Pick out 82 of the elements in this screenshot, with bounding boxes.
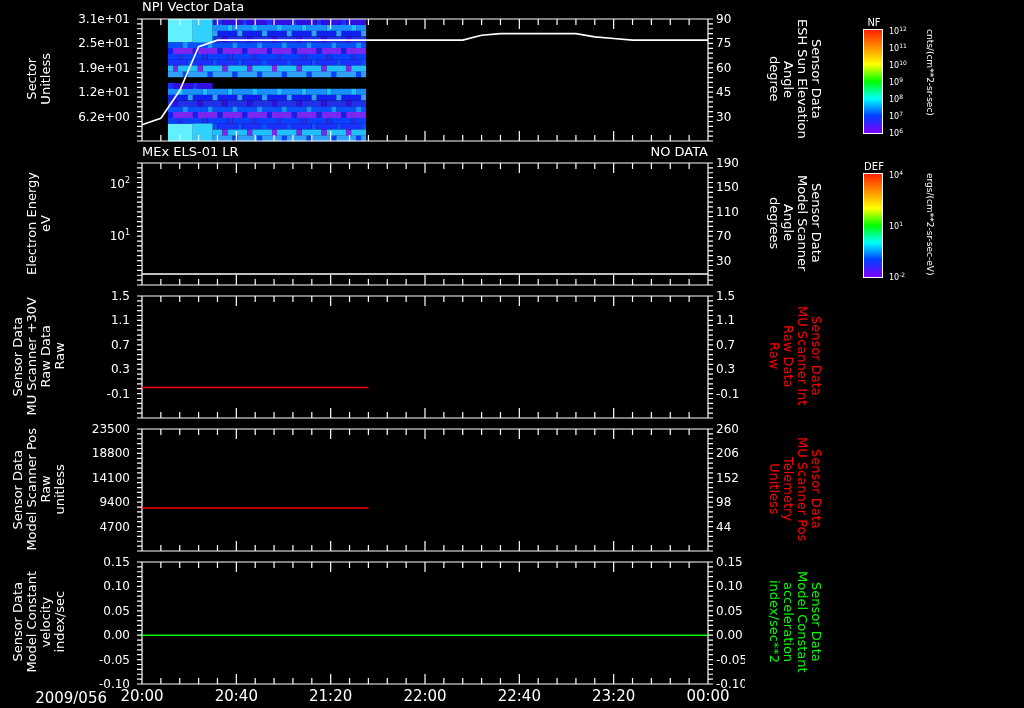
tick-label: 206 bbox=[716, 446, 739, 461]
tick-label: 0.10 bbox=[716, 579, 743, 594]
tick-label: 1.2e+01 bbox=[78, 85, 130, 100]
tick-label: 60 bbox=[716, 60, 732, 75]
colorbar-tick-label: 10$^{9}$ bbox=[889, 75, 904, 88]
tick-label: 0.10 bbox=[103, 579, 130, 594]
tick-label: 1.9e+01 bbox=[78, 60, 130, 75]
tick-label: 44 bbox=[716, 519, 732, 534]
tick-label: 14100 bbox=[91, 470, 130, 485]
tick-label: 0.00 bbox=[103, 628, 130, 643]
axis-title: Sensor Data Model Constant velocity index/sec bbox=[10, 571, 67, 673]
tick-label: 1.1 bbox=[110, 313, 130, 328]
time-tick-label: 20:00 bbox=[120, 688, 164, 705]
colorbar-label: DEF bbox=[863, 161, 885, 173]
axis-title: Electron Energy eV bbox=[24, 171, 53, 275]
tick-label: -0.05 bbox=[98, 652, 130, 667]
tick-label: 10$^{2}$ bbox=[109, 176, 130, 189]
tick-label: 30 bbox=[716, 253, 732, 268]
tick-label: 70 bbox=[716, 229, 732, 244]
tick-label: 0.00 bbox=[716, 628, 743, 643]
axis-title: Sensor Data MU Scanner Int Raw Data Raw bbox=[767, 306, 823, 406]
tick-label: 110 bbox=[716, 204, 739, 219]
axis-title: Sensor Data MU Scanner Pos Telemetry Unitless bbox=[767, 436, 823, 542]
colorbar-units: cnts/(cm**2-sr-sec) bbox=[925, 29, 935, 118]
tick-label: 0.7 bbox=[110, 337, 130, 352]
tick-label: 1.5 bbox=[110, 289, 130, 303]
panel-title: MEx ELS-01 LR bbox=[142, 145, 239, 158]
tick-label: 4700 bbox=[99, 519, 130, 534]
tick-label: 150 bbox=[716, 180, 739, 195]
tick-label: 9400 bbox=[99, 495, 130, 510]
tick-label: -0.10 bbox=[98, 677, 130, 691]
colorbar-units: ergs/(cm**2-sr-sec-eV) bbox=[925, 173, 935, 278]
time-tick-label: 21:20 bbox=[309, 688, 353, 705]
tick-label: 0.05 bbox=[103, 603, 130, 618]
tick-label: 0.3 bbox=[716, 362, 736, 377]
status-text: NO DATA bbox=[650, 145, 708, 158]
tick-label: 190 bbox=[716, 156, 739, 170]
axis-title: Sensor Data ESH Sun Elevation Angle degree bbox=[767, 19, 823, 139]
tick-label: 0.3 bbox=[110, 362, 130, 377]
colorbar-tick-label: 10$^{8}$ bbox=[889, 92, 904, 105]
colorbar-tick-label: 10$^{12}$ bbox=[889, 24, 908, 37]
tick-label: 18800 bbox=[91, 446, 130, 461]
colorbar-tick-label: 10$^{1}$ bbox=[889, 219, 904, 232]
tick-label: 23500 bbox=[91, 422, 130, 436]
time-tick-label: 22:40 bbox=[497, 688, 541, 705]
colorbar-tick-label: 10$^{6}$ bbox=[889, 126, 904, 139]
panel-title: NPI Vector Data bbox=[142, 0, 245, 13]
tick-label: 75 bbox=[716, 36, 732, 51]
tick-label: 260 bbox=[716, 422, 739, 436]
tick-label: 152 bbox=[716, 470, 739, 485]
tick-label: 0.15 bbox=[716, 555, 743, 569]
time-tick-label: 20:40 bbox=[214, 688, 258, 705]
tick-label: 0.05 bbox=[716, 603, 743, 618]
colorbar-tick-label: 10$^{11}$ bbox=[889, 41, 908, 54]
tick-label: 1.5 bbox=[716, 289, 736, 303]
time-tick-label: 22:00 bbox=[403, 688, 447, 705]
date-label: 2009/056 bbox=[35, 689, 107, 708]
tick-label: 3.1e+01 bbox=[78, 12, 130, 26]
tick-label: 2.5e+01 bbox=[78, 36, 130, 51]
axis-title: Sensor Data Model Constant acceleration index/sec**2 bbox=[767, 571, 823, 673]
colorbar-tick-label: 10$^{7}$ bbox=[889, 109, 904, 122]
axis-title: Sensor Data Model Scanner Angle degrees bbox=[767, 174, 823, 272]
colorbar-tick-label: 10$^{4}$ bbox=[889, 168, 904, 181]
colorbar-tick-label: 10$^{-2}$ bbox=[889, 270, 907, 283]
tick-label: 0.15 bbox=[103, 555, 130, 569]
tick-label: 10$^{1}$ bbox=[109, 228, 130, 241]
tick-label: 98 bbox=[716, 495, 732, 510]
tick-label: -0.1 bbox=[106, 386, 130, 401]
axis-title: Sensor Data MU Scanner +30V Raw Data Raw bbox=[10, 296, 67, 416]
tick-label: 6.2e+00 bbox=[78, 109, 130, 124]
colorbar-tick-label: 10$^{10}$ bbox=[889, 58, 908, 71]
time-tick-label: 00:00 bbox=[686, 688, 730, 705]
tick-label: 0.7 bbox=[716, 337, 736, 352]
axis-title: Sector Unitless bbox=[24, 53, 53, 105]
tick-label: -0.1 bbox=[716, 386, 740, 401]
time-tick-label: 23:20 bbox=[592, 688, 636, 705]
axis-title: Sensor Data Model Scanner Pos Raw unitless bbox=[10, 427, 67, 551]
tick-label: 30 bbox=[716, 109, 732, 124]
tick-label: 1.1 bbox=[716, 313, 736, 328]
tick-label: 45 bbox=[716, 85, 732, 100]
tick-label: 90 bbox=[716, 12, 732, 26]
colorbar-label: NF bbox=[866, 17, 882, 29]
